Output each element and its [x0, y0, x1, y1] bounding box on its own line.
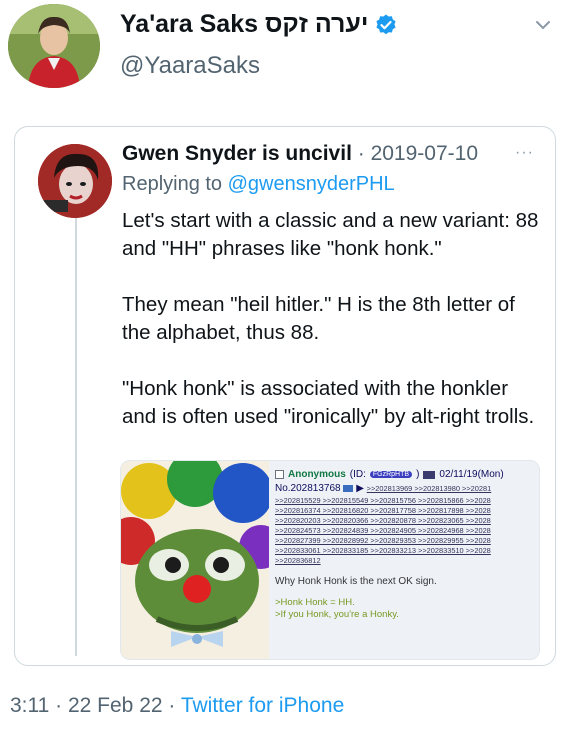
post-date: 02/11/19(Mon): [439, 469, 504, 480]
menu-icon: [343, 484, 354, 492]
quoted-author-name[interactable]: Gwen Snyder is uncivil: [122, 142, 352, 165]
tweet-paragraph: Let's start with a classic and a new var…: [122, 209, 539, 260]
flag-icon: [423, 470, 436, 479]
verified-badge-icon: [376, 14, 397, 34]
greentext-line: >If you Honk, you're a Honky.: [275, 609, 399, 620]
reply-link: >>202833061 >>202833185 >>202833213 >>20…: [275, 546, 491, 555]
quoted-tweet-text: Let's start with a classic and a new var…: [122, 207, 542, 459]
quoted-date[interactable]: 2019-07-10: [371, 142, 478, 165]
honkler-meme-image: [121, 461, 283, 659]
tweet-timestamp[interactable]: 3:11 · 22 Feb 22 ·: [10, 694, 181, 717]
post-header: Anonymous (ID: FGzRpHTB ) 02/11/19(Mon): [275, 469, 535, 480]
chevron-down-icon[interactable]: [532, 14, 554, 36]
arrow-icon: ▶: [356, 483, 364, 494]
author-avatar[interactable]: [8, 4, 100, 88]
poster-id: FGzRpHTB: [369, 471, 413, 478]
attached-image[interactable]: Anonymous (ID: FGzRpHTB ) 02/11/19(Mon) …: [120, 460, 540, 660]
greentext-line: >Honk Honk = HH.: [275, 597, 355, 608]
greentext: >Honk Honk = HH. >If you Honk, you're a …: [275, 597, 535, 621]
poster-id-suffix: ): [416, 469, 420, 480]
post-number: No.202813768: [275, 483, 341, 494]
source-app-link[interactable]: Twitter for iPhone: [181, 694, 344, 717]
replying-to-label: Replying to: [122, 173, 228, 195]
post-body: Why Honk Honk is the next OK sign.: [275, 576, 437, 587]
reply-link: >>202813969 >>202813980 >>20281: [366, 484, 492, 493]
replying-to: Replying to @gwensnyderPHL: [122, 173, 395, 196]
author-name[interactable]: Ya'ara Saks יערה זקס: [120, 10, 368, 39]
quoted-author-avatar[interactable]: [38, 144, 112, 218]
reply-links: >>202815529 >>202815549 >>202815756 >>20…: [275, 496, 537, 566]
reply-link: >>202816374 >>202816820 >>202817758 >>20…: [275, 506, 491, 515]
quoted-header: Gwen Snyder is uncivil · 2019-07-10: [122, 142, 478, 166]
header-separator: ·: [351, 142, 371, 165]
author-name-row[interactable]: Ya'ara Saks יערה זקס: [120, 10, 398, 39]
post-checkbox: [275, 470, 284, 479]
reply-link: >>202836812: [275, 556, 321, 565]
reply-link: >>202815529 >>202815549 >>202815756 >>20…: [275, 496, 491, 505]
tweet-paragraph: They mean "heil hitler." H is the 8th le…: [122, 293, 515, 344]
post-number-row: No.202813768 ▶ >>202813969 >>202813980 >…: [275, 483, 535, 494]
reply-link: >>202820203 >>202820366 >>202820878 >>20…: [275, 516, 491, 525]
poster-id-prefix: (ID:: [349, 469, 366, 480]
imageboard-post: Anonymous (ID: FGzRpHTB ) 02/11/19(Mon) …: [269, 461, 539, 659]
poster-name: Anonymous: [288, 469, 346, 480]
reply-handle-link[interactable]: @gwensnyderPHL: [228, 173, 395, 195]
more-options-icon[interactable]: ···: [515, 144, 534, 162]
author-handle[interactable]: @YaaraSaks: [120, 52, 260, 80]
thread-line: [75, 206, 77, 656]
tweet-paragraph: "Honk honk" is associated with the honkl…: [122, 377, 535, 428]
reply-link: >>202827399 >>202828992 >>202829353 >>20…: [275, 536, 491, 545]
reply-link: >>202824573 >>202824839 >>202824905 >>20…: [275, 526, 491, 535]
tweet-footer: 3:11 · 22 Feb 22 · Twitter for iPhone: [10, 694, 344, 718]
